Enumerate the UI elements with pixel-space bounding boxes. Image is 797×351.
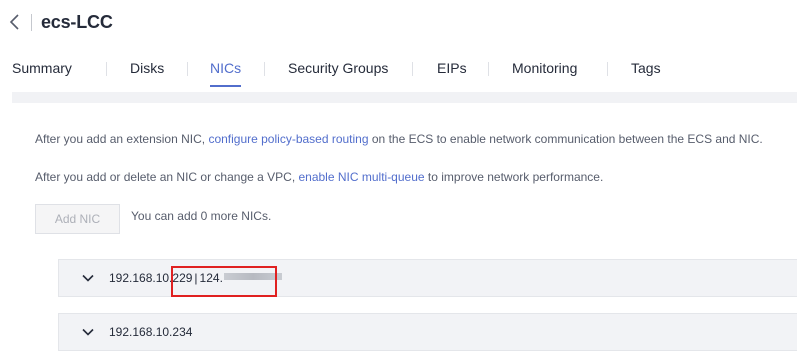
redacted-eip-mask [223, 273, 282, 280]
tab-separator [106, 62, 107, 76]
nic-eip: 124. [199, 271, 223, 285]
tab-nics-label: NICs [210, 60, 242, 76]
active-tab-indicator [210, 85, 242, 87]
nic-ip-label: 192.168.10.234 [109, 324, 192, 340]
tab-nics[interactable]: NICs [210, 58, 242, 87]
tab-disks[interactable]: Disks [130, 58, 164, 78]
tab-separator [264, 62, 265, 76]
nic-private-ip: 192.168.10.234 [109, 325, 193, 339]
tab-separator [607, 62, 608, 76]
nic-row[interactable]: 192.168.10.229 | 124. [58, 259, 797, 297]
header-divider [31, 14, 32, 31]
nic-private-ip: 192.168.10.229 [109, 271, 193, 285]
info-text-multiqueue: After you add or delete an NIC or change… [35, 169, 603, 185]
tab-eips[interactable]: EIPs [437, 58, 467, 78]
enable-nic-multiqueue-link[interactable]: enable NIC multi-queue [298, 170, 424, 184]
page-header: ecs-LCC [0, 0, 797, 46]
tab-content-divider [12, 92, 797, 103]
nic-ip-label: 192.168.10.229 | 124. [109, 270, 282, 286]
info-text-multiqueue-post: to improve network performance. [424, 170, 604, 184]
ip-separator: | [194, 271, 198, 285]
info-text-routing-pre: After you add an extension NIC, [35, 132, 209, 146]
tab-separator [488, 62, 489, 76]
page-title: ecs-LCC [41, 12, 113, 32]
chevron-down-icon[interactable] [82, 328, 94, 336]
chevron-left-icon[interactable] [8, 12, 22, 32]
tab-summary[interactable]: Summary [12, 58, 72, 78]
info-text-multiqueue-pre: After you add or delete an NIC or change… [35, 170, 299, 184]
tab-separator [187, 62, 188, 76]
tab-security-groups[interactable]: Security Groups [288, 58, 388, 78]
nic-row[interactable]: 192.168.10.234 [58, 313, 797, 351]
configure-policy-routing-link[interactable]: configure policy-based routing [208, 132, 368, 146]
add-nic-button[interactable]: Add NIC [35, 204, 120, 234]
nic-quota-hint: You can add 0 more NICs. [131, 209, 272, 223]
info-text-routing: After you add an extension NIC, configur… [35, 131, 763, 147]
tab-tags[interactable]: Tags [631, 58, 661, 78]
tab-bar: Summary Disks NICs Security Groups EIPs … [0, 58, 797, 92]
info-text-routing-post: on the ECS to enable network communicati… [368, 132, 763, 146]
tab-monitoring[interactable]: Monitoring [512, 58, 577, 78]
tab-separator [412, 62, 413, 76]
chevron-down-icon[interactable] [82, 274, 94, 282]
